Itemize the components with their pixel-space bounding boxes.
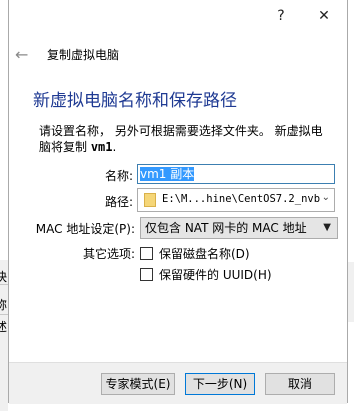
clone-vm-dialog: ? ✕ ← 复制虚拟电脑 新虚拟电脑名称和保存路径 请设置名称， 另外可根据需要… [8,0,348,404]
expert-mode-button[interactable]: 专家模式(E) [101,373,175,395]
name-input-value: vm1 副本 [140,167,195,181]
folder-icon [144,193,156,207]
keep-hw-uuids-label: 保留硬件的 UUID(H) [159,268,272,282]
background-text: 快 [0,270,8,284]
name-label: 名称: [104,169,133,183]
help-icon[interactable]: ? [266,4,296,28]
keep-hw-uuids-option[interactable]: 保留硬件的 UUID(H) [140,266,272,283]
keep-disk-names-checkbox[interactable] [140,247,153,260]
next-button[interactable]: 下一步(N) [185,373,255,395]
description-line2: 脑将复制 vm1. [39,139,339,155]
description-text: 脑将复制 [39,140,91,154]
back-arrow-icon[interactable]: ← [15,45,33,64]
mac-policy-value: 仅包含 NAT 网卡的 MAC 地址 [145,221,307,235]
path-value: E:\M...hine\CentOS7.2_nvb [162,193,320,205]
dropdown-arrow-icon: ▼ [323,222,331,233]
chevron-down-icon[interactable]: ⌄ [322,192,330,203]
wizard-title: 复制虚拟电脑 [47,47,120,62]
wizard-header: ← 复制虚拟电脑 [15,44,119,64]
title-bar: ? ✕ [9,0,347,32]
path-combobox[interactable]: E:\M...hine\CentOS7.2_nvb ⌄ [137,188,335,212]
name-input[interactable]: vm1 副本 [137,164,335,184]
background-window: 快 称 述 [0,260,8,411]
keep-disk-names-option[interactable]: 保留磁盘名称(D) [140,245,250,262]
cancel-button[interactable]: 取消 [265,373,335,395]
dialog-footer: 专家模式(E) 下一步(N) 取消 [9,362,347,404]
background-divider [0,284,8,285]
source-vm-name: vm1 [90,140,113,154]
description-text: . [112,140,117,154]
keep-hw-uuids-checkbox[interactable] [140,268,153,281]
background-text: 述 [0,320,8,334]
background-divider [0,314,8,315]
screen: 快 称 述 ? ✕ ← 复制虚拟电脑 新虚拟电脑名称和保存路径 请设置名称， 另… [0,0,354,411]
close-icon[interactable]: ✕ [309,4,339,28]
page-heading: 新虚拟电脑名称和保存路径 [33,91,237,111]
path-label: 路径: [104,195,133,209]
keep-disk-names-label: 保留磁盘名称(D) [159,247,250,261]
page-description: 请设置名称， 另外可根据需要选择文件夹。 新虚拟电 脑将复制 vm1. [39,123,339,155]
mac-policy-select[interactable]: 仅包含 NAT 网卡的 MAC 地址 ▼ [140,217,338,239]
background-text: 称 [0,298,8,312]
description-line1: 请设置名称， 另外可根据需要选择文件夹。 新虚拟电 [39,124,323,138]
other-options-label: 其它选项: [82,247,135,261]
mac-policy-label: MAC 地址设定(P): [35,222,135,236]
